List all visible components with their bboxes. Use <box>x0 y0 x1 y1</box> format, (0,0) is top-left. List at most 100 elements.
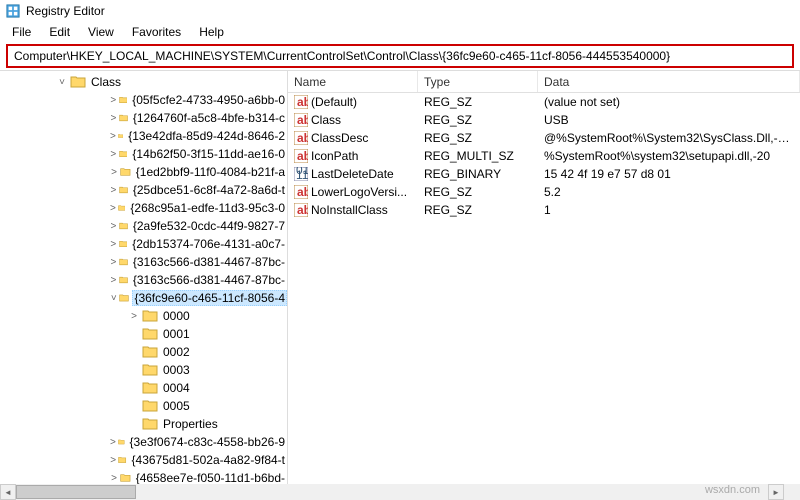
tree-key[interactable]: > {14b62f50-3f15-11dd-ae16-0 <box>0 145 287 163</box>
tree-label: {1264760f-a5c8-4bfe-b314-c <box>131 111 287 125</box>
expander-icon[interactable]: > <box>110 130 116 142</box>
tree-label: {3163c566-d381-4467-87bc- <box>131 255 287 269</box>
tree-key[interactable]: > {1264760f-a5c8-4bfe-b314-c <box>0 109 287 127</box>
svg-text:ab: ab <box>297 131 308 145</box>
expander-icon[interactable]: > <box>110 148 117 160</box>
tree-key[interactable]: > {13e42dfa-85d9-424d-8646-2 <box>0 127 287 145</box>
expander-icon[interactable]: > <box>110 238 117 250</box>
expander-icon[interactable]: > <box>110 274 117 286</box>
tree-key[interactable]: 0003 <box>0 361 287 379</box>
value-type: REG_SZ <box>418 185 538 199</box>
string-value-icon: ab <box>294 113 308 127</box>
tree-key[interactable]: 0002 <box>0 343 287 361</box>
title-bar: Registry Editor <box>0 0 800 22</box>
menu-view[interactable]: View <box>80 23 122 41</box>
value-row[interactable]: abLowerLogoVersi...REG_SZ5.2 <box>288 183 800 201</box>
value-name: abClassDesc <box>288 131 418 145</box>
expander-icon[interactable]: > <box>110 184 117 196</box>
tree-key[interactable]: > {2db15374-706e-4131-a0c7- <box>0 235 287 253</box>
svg-text:ab: ab <box>297 95 308 109</box>
expander-icon[interactable]: ˅ <box>110 292 117 304</box>
expander-icon[interactable]: > <box>110 436 116 448</box>
string-value-icon: ab <box>294 95 308 109</box>
tree-key[interactable]: >{3163c566-d381-4467-87bc- <box>0 271 287 289</box>
tree-label: 0000 <box>161 309 192 323</box>
value-name: 011110LastDeleteDate <box>288 167 418 181</box>
binary-value-icon: 011110 <box>294 167 308 181</box>
expander-icon[interactable]: ˅ <box>56 76 68 88</box>
expander-icon[interactable]: > <box>110 220 117 232</box>
string-value-icon: ab <box>294 203 308 217</box>
value-row[interactable]: ab(Default)REG_SZ(value not set) <box>288 93 800 111</box>
tree-label: Properties <box>161 417 220 431</box>
tree-key[interactable]: >{25dbce51-6c8f-4a72-8a6d-t <box>0 181 287 199</box>
scroll-thumb[interactable] <box>16 485 136 499</box>
tree-key[interactable]: >{4658ee7e-f050-11d1-b6bd- <box>0 469 287 484</box>
folder-icon <box>142 363 158 377</box>
expander-icon[interactable]: > <box>128 310 140 322</box>
menu-favorites[interactable]: Favorites <box>124 23 189 41</box>
tree-key[interactable]: 0005 <box>0 397 287 415</box>
scroll-left-icon[interactable]: ◄ <box>0 484 16 500</box>
column-name[interactable]: Name <box>288 71 418 92</box>
value-row[interactable]: abClassREG_SZUSB <box>288 111 800 129</box>
column-data[interactable]: Data <box>538 71 800 92</box>
expander-icon[interactable]: > <box>110 256 117 268</box>
value-row[interactable]: 011110LastDeleteDateREG_BINARY15 42 4f 1… <box>288 165 800 183</box>
horizontal-scrollbar[interactable]: ◄ ► <box>0 484 800 500</box>
folder-icon <box>119 291 129 305</box>
address-bar[interactable]: Computer\HKEY_LOCAL_MACHINE\SYSTEM\Curre… <box>6 44 794 68</box>
regedit-icon <box>6 4 20 18</box>
expander-icon[interactable]: > <box>110 454 116 466</box>
expander-icon[interactable]: > <box>110 202 116 214</box>
folder-icon <box>119 111 128 125</box>
folder-icon <box>119 237 128 251</box>
expander-icon[interactable]: > <box>110 472 118 484</box>
tree-key[interactable]: >{2a9fe532-0cdc-44f9-9827-7 <box>0 217 287 235</box>
expander-icon[interactable]: > <box>110 94 117 106</box>
values-pane[interactable]: Name Type Data ab(Default)REG_SZ(value n… <box>288 71 800 484</box>
tree-key[interactable]: >0000 <box>0 307 287 325</box>
value-row[interactable]: abNoInstallClassREG_SZ1 <box>288 201 800 219</box>
folder-icon <box>120 471 131 484</box>
tree-label: {2db15374-706e-4131-a0c7- <box>130 237 287 251</box>
tree-key[interactable]: Properties <box>0 415 287 433</box>
tree-label: Class <box>89 75 123 89</box>
column-type[interactable]: Type <box>418 71 538 92</box>
folder-icon <box>119 147 128 161</box>
folder-icon <box>119 255 128 269</box>
value-data: USB <box>538 113 800 127</box>
svg-text:ab: ab <box>297 149 308 163</box>
value-data: (value not set) <box>538 95 800 109</box>
tree-label: 0004 <box>161 381 192 395</box>
menu-help[interactable]: Help <box>191 23 232 41</box>
tree-key[interactable]: 0004 <box>0 379 287 397</box>
tree-key-class[interactable]: ˅ Class <box>0 73 287 91</box>
scroll-right-icon[interactable]: ► <box>768 484 784 500</box>
tree-label: {14b62f50-3f15-11dd-ae16-0 <box>130 147 287 161</box>
tree-key[interactable]: 0001 <box>0 325 287 343</box>
tree-key[interactable]: >{1ed2bbf9-11f0-4084-b21f-a <box>0 163 287 181</box>
svg-text:ab: ab <box>297 203 308 217</box>
value-data: @%SystemRoot%\System32\SysClass.Dll,-302… <box>538 131 800 145</box>
expander-icon[interactable]: > <box>110 112 117 124</box>
tree-key[interactable]: >{268c95a1-edfe-11d3-95c3-0 <box>0 199 287 217</box>
scroll-track[interactable] <box>16 484 768 500</box>
tree-key[interactable]: ˅{36fc9e60-c465-11cf-8056-4 <box>0 289 287 307</box>
value-data: 5.2 <box>538 185 800 199</box>
value-row[interactable]: abIconPathREG_MULTI_SZ%SystemRoot%\syste… <box>288 147 800 165</box>
folder-icon <box>118 201 126 215</box>
tree-key[interactable]: > {3163c566-d381-4467-87bc- <box>0 253 287 271</box>
menu-bar: File Edit View Favorites Help <box>0 22 800 42</box>
tree-key[interactable]: >{3e3f0674-c83c-4558-bb26-9 <box>0 433 287 451</box>
tree-pane[interactable]: ˅ Class >{05f5cfe2-4733-4950-a6bb-0>{126… <box>0 71 288 484</box>
tree-label: {13e42dfa-85d9-424d-8646-2 <box>126 129 287 143</box>
tree-label: 0002 <box>161 345 192 359</box>
tree-key[interactable]: >{43675d81-502a-4a82-9f84-t <box>0 451 287 469</box>
value-row[interactable]: abClassDescREG_SZ@%SystemRoot%\System32\… <box>288 129 800 147</box>
menu-file[interactable]: File <box>4 23 39 41</box>
expander-icon[interactable]: > <box>110 166 118 178</box>
folder-icon <box>142 399 158 413</box>
menu-edit[interactable]: Edit <box>41 23 78 41</box>
tree-key[interactable]: >{05f5cfe2-4733-4950-a6bb-0 <box>0 91 287 109</box>
